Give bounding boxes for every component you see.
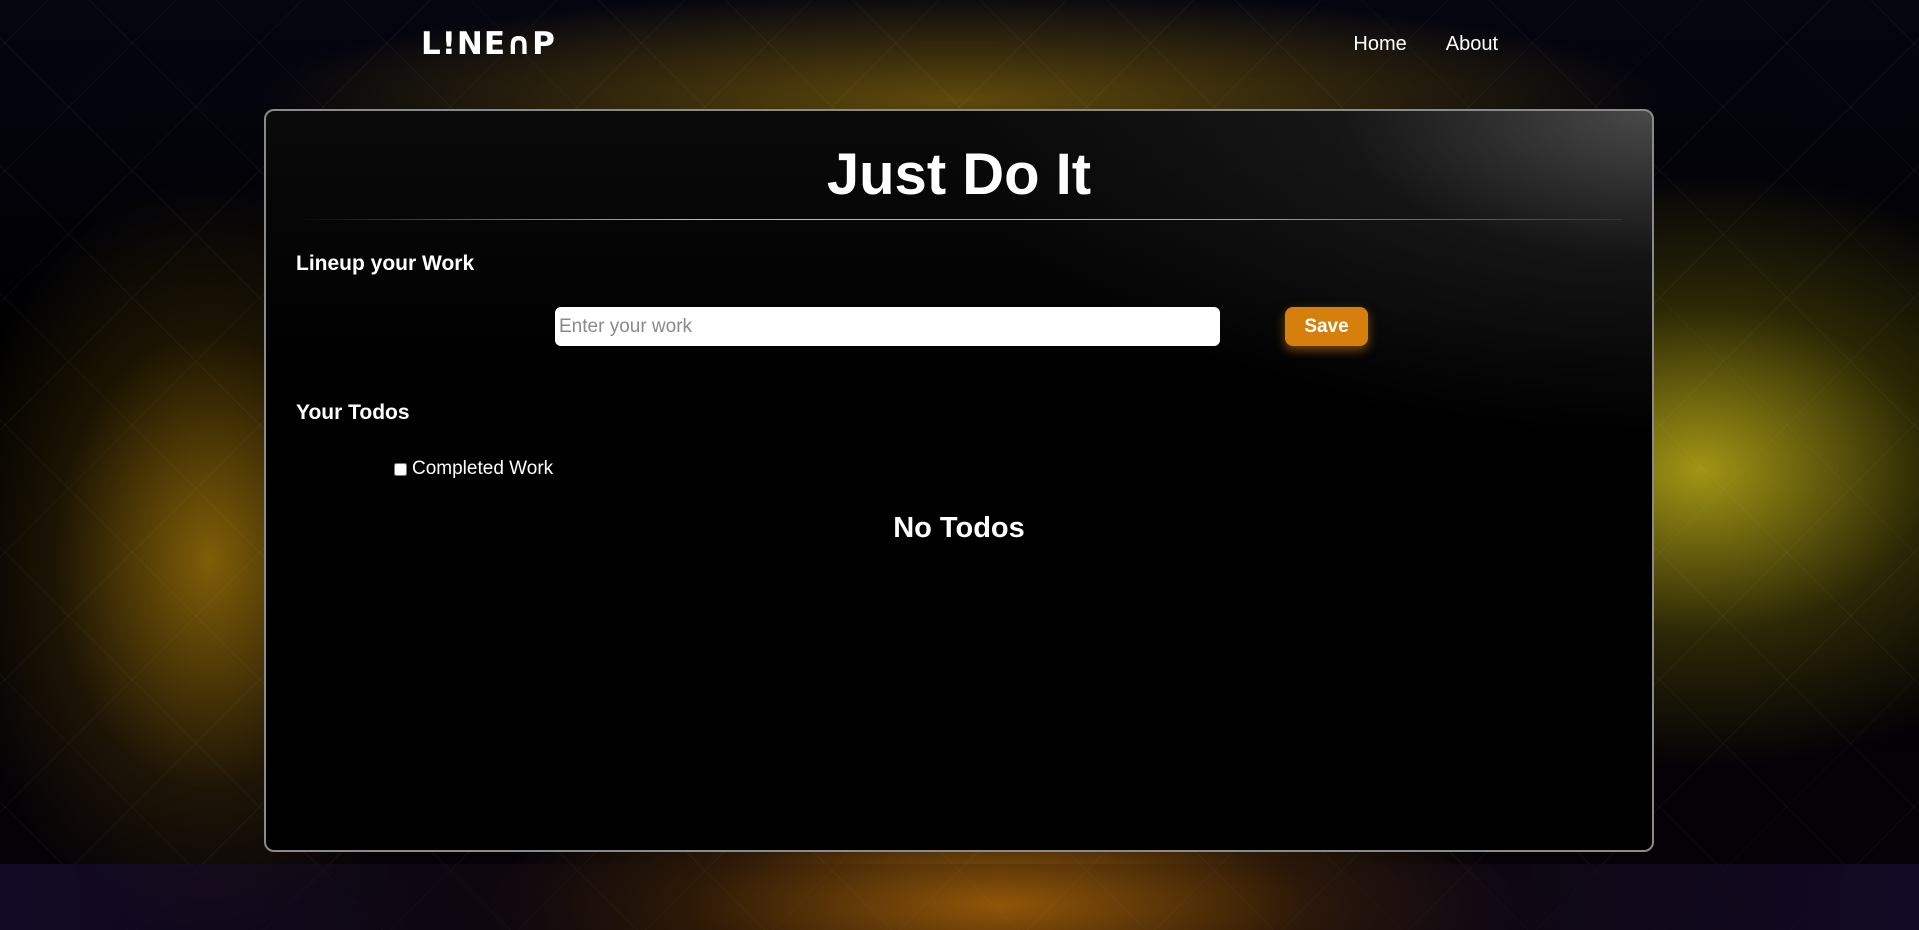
nav-link-about[interactable]: About [1446, 30, 1498, 58]
navbar: L!NE∩P Home About [0, 0, 1919, 88]
completed-filter-label: Completed Work [412, 458, 554, 479]
todos-heading: Your Todos [296, 401, 410, 424]
completed-checkbox[interactable] [394, 462, 407, 476]
work-input[interactable] [555, 307, 1220, 346]
completed-filter[interactable]: Completed Work [394, 457, 553, 481]
title-divider [296, 219, 1622, 220]
brand-logo[interactable]: L!NE∩P [421, 24, 556, 64]
add-work-heading: Lineup your Work [296, 252, 475, 275]
nav-link-home[interactable]: Home [1353, 30, 1406, 58]
todo-card: Just Do It Lineup your Work Save Your To… [264, 109, 1654, 852]
save-button[interactable]: Save [1285, 307, 1368, 346]
empty-todos-message: No Todos [893, 512, 1025, 544]
nav-links: Home About [1353, 30, 1498, 58]
page-title: Just Do It [826, 142, 1092, 207]
page-background: L!NE∩P Home About Just Do It Lineup your… [0, 0, 1919, 930]
background-bottom-band [0, 864, 1919, 930]
